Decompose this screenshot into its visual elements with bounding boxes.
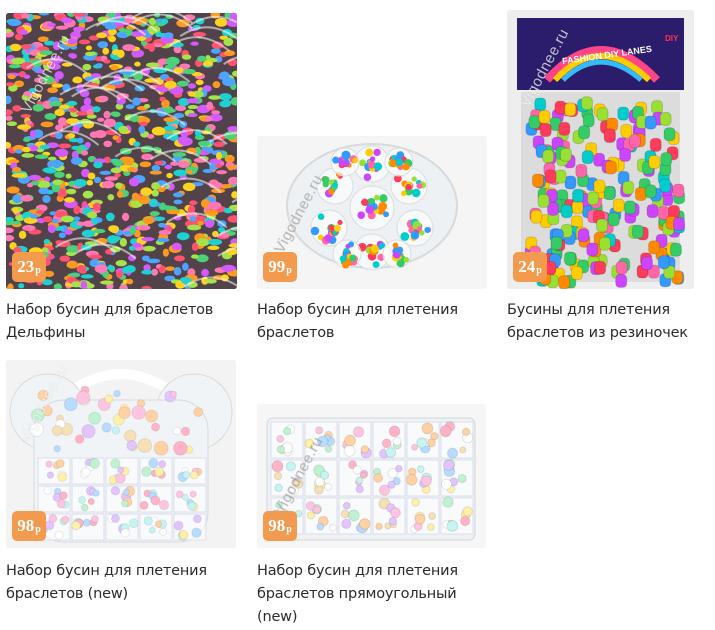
product-title[interactable]: Набор бусин для плетения браслетов прямо…: [257, 560, 472, 629]
product-title[interactable]: Бусины для плетения браслетов из резиноч…: [507, 299, 707, 345]
product-image[interactable]: Vigodnee.ru 98 р: [257, 404, 486, 548]
product-image[interactable]: Vigodnee.ru 98 р: [6, 360, 236, 548]
product-image[interactable]: Vigodnee.ru 23 р: [6, 13, 237, 289]
price-badge: 23 р: [12, 252, 46, 282]
product-title[interactable]: Набор бусин для плетения браслетов (new): [6, 560, 226, 606]
product-title[interactable]: Набор бусин для браслетов Дельфины: [6, 299, 237, 345]
price-badge: 98 р: [12, 511, 46, 541]
price-badge: 99 р: [263, 252, 297, 282]
package-tag: DIY: [665, 34, 679, 43]
price-badge: 24 р: [513, 252, 547, 282]
price-badge: 98 р: [263, 511, 297, 541]
product-image[interactable]: Vigodnee.ru 99 р: [257, 136, 487, 289]
product-image[interactable]: FASHION DIY LANES DIY Vigodnee.ru 24 р: [507, 10, 694, 289]
product-title[interactable]: Набор бусин для плетения браслетов: [257, 299, 477, 345]
